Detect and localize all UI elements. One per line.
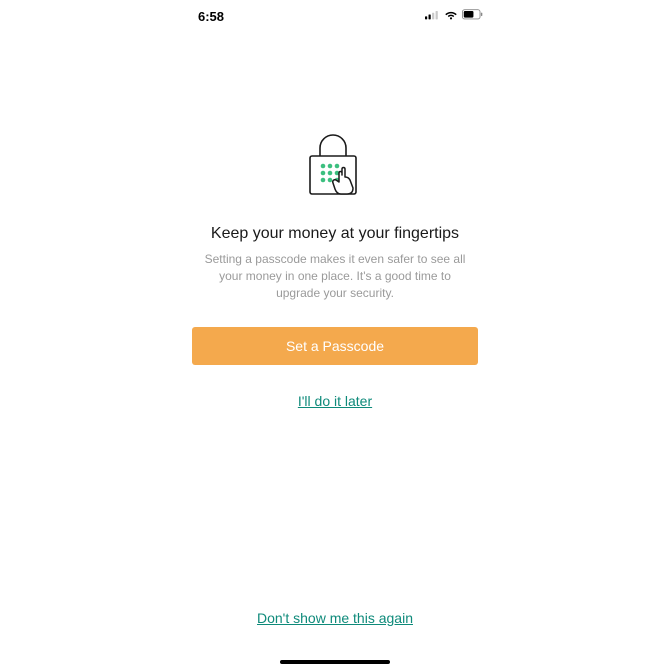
status-icons-group <box>425 7 484 25</box>
cellular-icon <box>425 7 440 25</box>
subtext: Setting a passcode makes it even safer t… <box>192 251 478 301</box>
battery-icon <box>462 7 484 25</box>
wifi-icon <box>444 7 458 25</box>
passcode-illustration <box>296 126 374 209</box>
home-indicator[interactable] <box>280 660 390 664</box>
status-bar: 6:58 <box>168 0 502 28</box>
phone-screen: 6:58 <box>168 0 502 670</box>
status-time: 6:58 <box>198 9 224 24</box>
headline: Keep your money at your fingertips <box>211 225 459 243</box>
main-content: Keep your money at your fingertips Setti… <box>168 28 502 409</box>
do-it-later-link[interactable]: I'll do it later <box>298 393 372 409</box>
dont-show-again-link[interactable]: Don't show me this again <box>257 610 413 626</box>
footer-area: Don't show me this again <box>168 610 502 628</box>
set-passcode-button[interactable]: Set a Passcode <box>192 327 478 365</box>
